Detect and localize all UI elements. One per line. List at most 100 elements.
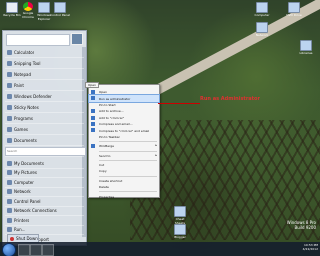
recycle-bin-icon bbox=[6, 2, 18, 13]
desktop-icon-label: Computer bbox=[254, 13, 270, 17]
archive-icon bbox=[91, 115, 95, 120]
start-menu-item-label: Documents bbox=[14, 137, 37, 143]
start-menu-item-label: Paint bbox=[14, 82, 24, 88]
app-icon bbox=[7, 137, 12, 143]
system-tray[interactable]: 10:53 PM 4/22/2012 bbox=[272, 243, 318, 255]
start-menu-place[interactable]: Computer bbox=[5, 178, 84, 188]
app-icon bbox=[7, 104, 12, 110]
start-menu-item-label: Sticky Notes bbox=[14, 104, 39, 110]
start-menu: Calculator Snipping Tool Notepad Paint W… bbox=[2, 30, 87, 246]
start-menu-item[interactable]: Windows Defender bbox=[5, 91, 84, 102]
place-label: Control Panel bbox=[14, 198, 41, 204]
context-item-label: Send to bbox=[99, 153, 111, 158]
context-menu-separator bbox=[99, 159, 157, 161]
place-icon bbox=[7, 217, 12, 223]
place-label: My Pictures bbox=[14, 170, 37, 176]
start-menu-item[interactable]: Calculator bbox=[5, 47, 84, 58]
context-item-label: Compress and email... bbox=[99, 122, 133, 127]
start-menu-item[interactable]: Games bbox=[5, 124, 84, 135]
context-item-pin-taskbar[interactable]: Pin to Taskbar bbox=[89, 134, 159, 140]
document-icon bbox=[174, 206, 186, 217]
place-icon bbox=[7, 189, 12, 195]
place-icon bbox=[7, 208, 12, 214]
app-icon bbox=[7, 93, 12, 99]
context-item-label: Copy bbox=[99, 169, 107, 174]
place-label: Network Connections bbox=[14, 208, 57, 214]
context-item-copy[interactable]: Copy bbox=[89, 168, 159, 174]
context-menu-separator bbox=[99, 150, 157, 152]
disc-icon bbox=[288, 2, 300, 13]
desktop: Recycle Bin Google Chrome Windows Explor… bbox=[0, 0, 320, 256]
app-icon bbox=[7, 82, 12, 88]
start-menu-item-label: Calculator bbox=[14, 49, 35, 55]
app-icon bbox=[7, 115, 12, 121]
start-search-input[interactable] bbox=[6, 148, 78, 154]
context-item-label: Pin to Start bbox=[99, 102, 116, 107]
context-menu-separator bbox=[99, 191, 157, 193]
start-menu-item-label: Windows Defender bbox=[14, 93, 52, 99]
start-button[interactable] bbox=[2, 243, 16, 256]
start-menu-item[interactable]: Sticky Notes bbox=[5, 102, 84, 113]
start-menu-item-label: Games bbox=[14, 126, 28, 132]
desktop-icon-control-panel[interactable]: Control Panel bbox=[50, 2, 70, 18]
start-menu-item[interactable]: Snipping Tool bbox=[5, 58, 84, 69]
start-menu-place[interactable]: Control Panel bbox=[5, 197, 84, 207]
context-item-send-to[interactable]: Send to ▸ bbox=[89, 153, 159, 159]
app-icon bbox=[7, 71, 12, 77]
start-menu-place[interactable]: Network bbox=[5, 188, 84, 197]
context-item-label: Create shortcut bbox=[99, 178, 123, 183]
desktop-icon-cheat-sheets[interactable]: Cheat Sheets bbox=[170, 206, 190, 225]
taskbar-chrome-button[interactable] bbox=[42, 244, 54, 256]
start-search-box[interactable] bbox=[5, 147, 86, 156]
control-panel-icon bbox=[54, 2, 66, 13]
context-item-label: Properties bbox=[99, 194, 115, 199]
taskbar-explorer-button[interactable] bbox=[18, 244, 30, 256]
context-item-delete[interactable]: Delete bbox=[89, 184, 159, 190]
app-icon bbox=[7, 49, 12, 55]
place-label: Computer bbox=[14, 179, 34, 185]
start-menu-place[interactable]: My Documents bbox=[5, 159, 84, 169]
place-label: Network bbox=[14, 189, 31, 195]
context-menu-separator bbox=[99, 175, 157, 177]
app-icon bbox=[7, 126, 12, 132]
shutdown-label: Shut Down bbox=[16, 236, 38, 241]
start-menu-item-label: Snipping Tool bbox=[14, 60, 41, 66]
desktop-icon-dvd[interactable]: DVD Drive bbox=[284, 2, 304, 18]
start-menu-place[interactable]: Network Connections bbox=[5, 207, 84, 216]
context-item-label: Cut bbox=[99, 163, 105, 168]
app-icon bbox=[7, 60, 12, 66]
context-item-label: Add to "cmd.rar" bbox=[99, 115, 125, 120]
winmerge-icon bbox=[91, 144, 95, 149]
start-menu-item[interactable]: Documents bbox=[5, 135, 84, 146]
watermark-build: Build 9200 bbox=[294, 225, 317, 230]
chrome-icon bbox=[23, 2, 33, 11]
user-avatar[interactable] bbox=[71, 33, 83, 45]
context-item-winmerge[interactable]: WinMerge ▸ bbox=[89, 143, 159, 149]
context-item-label: Pin to Taskbar bbox=[99, 134, 120, 139]
desktop-icon-label: DVD Drive bbox=[286, 13, 302, 17]
start-menu-place[interactable]: Printers bbox=[5, 216, 84, 226]
start-menu-item[interactable]: Paint bbox=[5, 80, 84, 91]
context-menu: Open Open Run as administrator Pin to St… bbox=[85, 82, 160, 199]
context-item-label: Delete bbox=[99, 185, 109, 190]
start-menu-item[interactable]: Programs bbox=[5, 113, 84, 124]
start-menu-item[interactable]: Notepad bbox=[5, 69, 84, 80]
context-menu-tooltip: Open bbox=[85, 82, 100, 88]
desktop-icon-label: Control Panel bbox=[50, 13, 70, 17]
context-menu-separator bbox=[99, 141, 157, 143]
desktop-icon-blogger[interactable]: Blogger bbox=[170, 224, 190, 240]
start-menu-place[interactable]: My Pictures bbox=[5, 169, 84, 178]
desktop-icon-computer[interactable]: Computer bbox=[252, 2, 272, 18]
computer-icon bbox=[256, 2, 268, 13]
desktop-icon-label: Libraries bbox=[299, 51, 313, 55]
context-item-label: Open bbox=[99, 90, 108, 95]
context-item-properties[interactable]: Properties bbox=[89, 193, 159, 199]
taskbar-ie-button[interactable] bbox=[30, 244, 42, 256]
place-icon bbox=[7, 198, 12, 204]
chevron-right-icon: ▸ bbox=[155, 152, 157, 157]
desktop-icon-network[interactable]: Network bbox=[252, 22, 272, 38]
place-icon bbox=[7, 170, 12, 176]
desktop-icon-libraries[interactable]: Libraries bbox=[296, 40, 316, 56]
place-icon bbox=[7, 227, 12, 233]
place-icon bbox=[7, 179, 12, 185]
